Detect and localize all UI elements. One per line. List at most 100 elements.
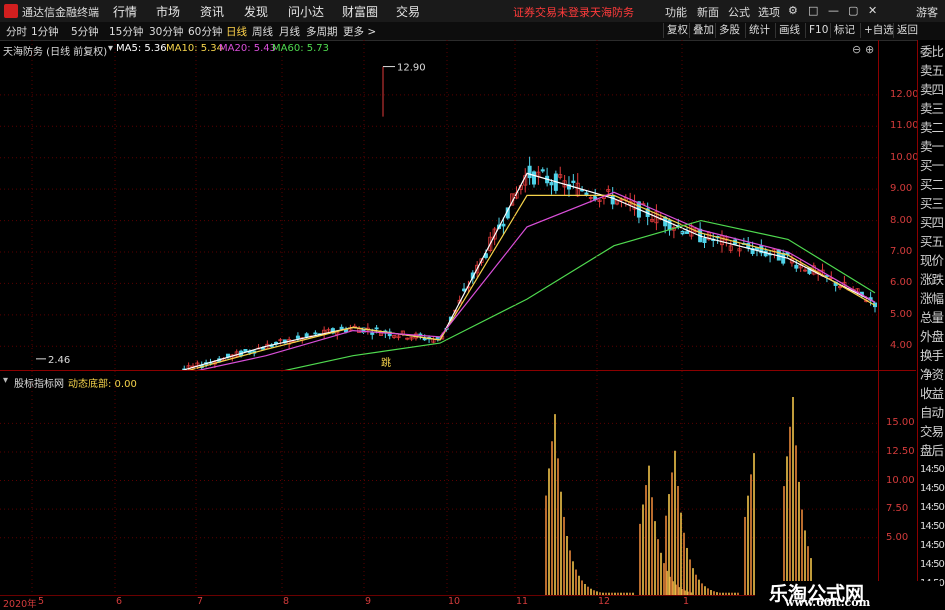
indicator-panel[interactable]: ▾ 股标指标网 动态底部: 0.00 bbox=[0, 371, 878, 595]
indicator-axis-label: 7.50 bbox=[886, 503, 909, 515]
price-axis-label: 8.00 bbox=[890, 214, 913, 226]
sidebar-item[interactable]: 卖一 bbox=[920, 139, 944, 155]
period-30min[interactable]: 30分钟 bbox=[149, 24, 183, 39]
indicator-axis-label: 12.50 bbox=[886, 445, 915, 457]
price-y-axis: 12.00 11.00 10.00 9.00 8.00 7.00 6.00 5.00 4.00 bbox=[882, 40, 919, 370]
price-axis-label: 7.00 bbox=[890, 246, 913, 257]
sidebar-item[interactable]: 自动 bbox=[920, 405, 944, 421]
sidebar-item[interactable]: 现价 bbox=[920, 253, 944, 269]
sidebar-item[interactable]: 14:50 bbox=[920, 557, 945, 573]
x-axis-label: 1 bbox=[683, 596, 690, 607]
menu-new-page[interactable]: 新面 bbox=[697, 4, 719, 20]
watermark-url: www.60lt.com bbox=[785, 596, 871, 609]
sidebar-item[interactable]: 涨幅 bbox=[920, 291, 944, 307]
x-axis: 2020年 5 6 7 8 9 10 11 12 1 bbox=[0, 595, 878, 610]
draw-line-button[interactable]: 画线 bbox=[775, 23, 803, 38]
indicator-axis-label: 10.00 bbox=[886, 474, 915, 486]
x-axis-label: 7 bbox=[197, 596, 204, 607]
stats-button[interactable]: 统计 bbox=[745, 23, 773, 38]
sidebar-item[interactable]: 买四 bbox=[920, 215, 944, 231]
candle-body bbox=[794, 264, 799, 269]
zoom-out-icon[interactable]: ⊖ bbox=[852, 43, 861, 56]
menu-function[interactable]: 功能 bbox=[665, 4, 687, 20]
menu-trade[interactable]: 交易 bbox=[396, 3, 420, 20]
candle-body bbox=[776, 249, 781, 261]
sidebar-item[interactable]: 总量 bbox=[920, 310, 944, 326]
sidebar-item[interactable]: 外盘 bbox=[920, 329, 944, 345]
sidebar-item[interactable]: 换手 bbox=[920, 348, 944, 364]
sidebar-item[interactable]: 净资 bbox=[920, 367, 944, 383]
candle-body bbox=[610, 195, 615, 205]
ma-selector-icon[interactable]: ▾ bbox=[108, 43, 113, 54]
sidebar-item[interactable]: 14:50 bbox=[920, 500, 945, 516]
period-5min[interactable]: 5分钟 bbox=[71, 24, 99, 39]
menu-news[interactable]: 资讯 bbox=[200, 3, 224, 20]
minimize-icon[interactable]: — bbox=[828, 4, 839, 17]
candle-body bbox=[501, 223, 506, 227]
sidebar-item[interactable]: 14:50 bbox=[920, 519, 945, 535]
indicator-menu-icon[interactable]: ▾ bbox=[3, 375, 8, 386]
period-tick[interactable]: 分时 bbox=[6, 24, 27, 39]
menu-options[interactable]: 选项 bbox=[758, 4, 780, 20]
title-bar: 通达信金融终端 行情 市场 资讯 发现 问小达 财富圈 交易 证券交易未登录 天… bbox=[0, 0, 945, 23]
menu-formula[interactable]: 公式 bbox=[728, 4, 750, 20]
sidebar-item[interactable]: 卖二 bbox=[920, 120, 944, 136]
app-logo-icon bbox=[4, 4, 18, 18]
candle-body bbox=[435, 337, 440, 339]
price-axis-label: 6.00 bbox=[890, 277, 913, 289]
user-label[interactable]: 游客 bbox=[916, 4, 938, 20]
sidebar-item[interactable]: 卖五 bbox=[920, 63, 944, 79]
ma5-label: MA5: 5.36 bbox=[116, 43, 167, 54]
menu-wealth[interactable]: 财富圈 bbox=[342, 3, 378, 20]
price-chart-panel[interactable]: 12.90 2.46 跳 天海防务 (日线 前复权) ▾ MA5: 5.36 MA1… bbox=[0, 40, 878, 370]
sidebar-item[interactable]: 买一 bbox=[920, 158, 944, 174]
mark-button[interactable]: 标记 bbox=[830, 23, 858, 38]
sidebar-item[interactable]: 买二 bbox=[920, 177, 944, 193]
login-warning[interactable]: 证券交易未登录 bbox=[513, 4, 590, 20]
period-1min[interactable]: 1分钟 bbox=[31, 24, 59, 39]
sidebar-item[interactable]: 涨跌 bbox=[920, 272, 944, 288]
x-axis-label: 9 bbox=[365, 596, 372, 607]
sidebar-item[interactable]: 盘后 bbox=[920, 443, 944, 459]
sidebar-item[interactable]: 买三 bbox=[920, 196, 944, 212]
sidebar-item[interactable]: 卖四 bbox=[920, 82, 944, 98]
menu-market[interactable]: 市场 bbox=[156, 3, 180, 20]
sidebar-item[interactable]: 委比 bbox=[920, 44, 944, 60]
sidebar-item[interactable]: 卖三 bbox=[920, 101, 944, 117]
candle-body bbox=[549, 182, 554, 186]
period-more[interactable]: 更多 > bbox=[343, 24, 376, 39]
candle-body bbox=[462, 288, 467, 292]
sidebar-item[interactable]: 买五 bbox=[920, 234, 944, 250]
sidebar-item[interactable]: 14:50 bbox=[920, 462, 945, 478]
sidebar-item[interactable]: 14:50 bbox=[920, 481, 945, 497]
menu-discover[interactable]: 发现 bbox=[244, 3, 268, 20]
candle-body bbox=[295, 335, 300, 339]
add-watchlist-button[interactable]: +自选 bbox=[860, 23, 897, 38]
period-daily[interactable]: 日线 bbox=[226, 24, 247, 39]
low-label: 2.46 bbox=[48, 355, 70, 366]
overlay-button[interactable]: 叠加 bbox=[689, 23, 717, 38]
menu-quotes[interactable]: 行情 bbox=[113, 3, 137, 20]
maximize-icon[interactable]: ▢ bbox=[848, 4, 858, 17]
period-multi[interactable]: 多周期 bbox=[306, 24, 338, 39]
back-button[interactable]: 返回 bbox=[893, 23, 921, 38]
adjust-button[interactable]: 复权 bbox=[663, 23, 691, 38]
candle-body bbox=[374, 327, 379, 330]
close-icon[interactable]: ✕ bbox=[868, 4, 877, 17]
multi-stock-button[interactable]: 多股 bbox=[715, 23, 743, 38]
sidebar-item[interactable]: 交易 bbox=[920, 424, 944, 440]
settings-icon[interactable]: ⚙ bbox=[788, 4, 798, 17]
period-monthly[interactable]: 月线 bbox=[279, 24, 300, 39]
zoom-in-icon[interactable]: ⊕ bbox=[865, 43, 874, 56]
f10-button[interactable]: F10 bbox=[805, 23, 831, 38]
candle-body bbox=[571, 180, 576, 183]
axis-divider bbox=[878, 40, 879, 595]
period-weekly[interactable]: 周线 bbox=[252, 24, 273, 39]
sidebar-item[interactable]: 收益 bbox=[920, 386, 944, 402]
period-60min[interactable]: 60分钟 bbox=[188, 24, 222, 39]
skin-icon[interactable]: □ bbox=[808, 4, 818, 17]
sidebar-item[interactable]: 14:50 bbox=[920, 538, 945, 554]
x-axis-label: 5 bbox=[38, 596, 45, 607]
period-15min[interactable]: 15分钟 bbox=[109, 24, 143, 39]
menu-ask[interactable]: 问小达 bbox=[288, 3, 324, 20]
